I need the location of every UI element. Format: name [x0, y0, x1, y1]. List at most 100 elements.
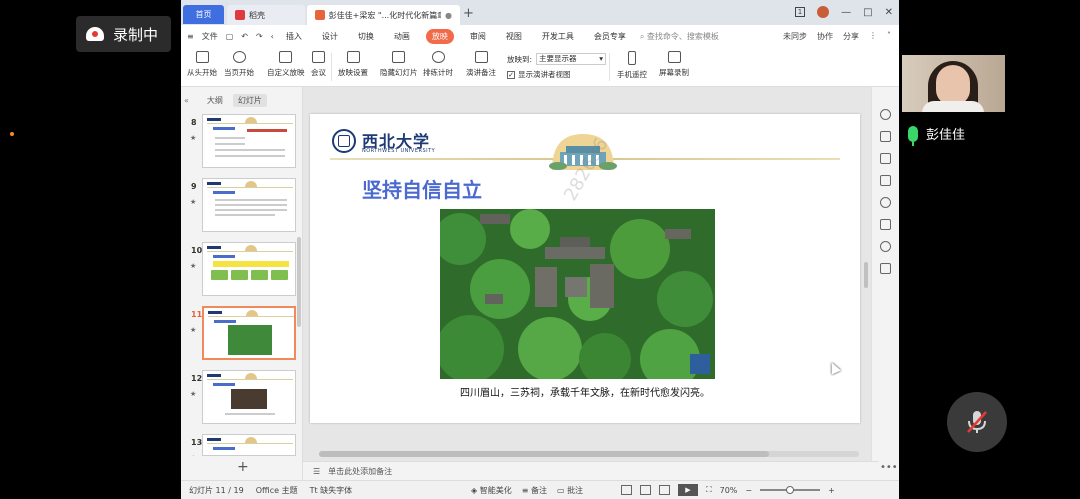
- zoom-slider[interactable]: [760, 486, 821, 494]
- magic-icon[interactable]: [880, 153, 891, 164]
- checkbox-checked-icon[interactable]: ✓: [507, 70, 515, 79]
- active-speaker: 彭佳佳: [908, 124, 965, 146]
- recording-label: 录制中: [113, 25, 159, 44]
- menu-animation[interactable]: 动画: [390, 29, 414, 44]
- hide-slide-button[interactable]: 隐藏幻灯片: [380, 51, 418, 78]
- horizontal-scrollbar[interactable]: [319, 451, 859, 457]
- sync-status[interactable]: 未同步: [783, 31, 807, 42]
- theme-name[interactable]: Office 主题: [256, 485, 298, 496]
- redo-icon[interactable]: ↷: [256, 32, 263, 41]
- hamburger-icon[interactable]: ≡: [187, 32, 194, 41]
- menu-insert[interactable]: 插入: [282, 29, 306, 44]
- slide-thumbnail-8[interactable]: 8 ★: [181, 114, 299, 170]
- comment-icon: ▭: [556, 485, 568, 495]
- show-settings-button[interactable]: 放映设置: [338, 51, 368, 78]
- slide-thumbnail-9[interactable]: 9 ★: [181, 178, 299, 234]
- book-icon[interactable]: [880, 263, 891, 274]
- tab-slides[interactable]: 幻灯片: [232, 93, 267, 107]
- more-icon[interactable]: ⋮: [869, 31, 877, 42]
- comments-button[interactable]: ▭ 批注: [557, 485, 583, 496]
- menu-transition[interactable]: 切换: [354, 29, 378, 44]
- presenter-view-toggle[interactable]: ✓ 显示演讲者视图: [507, 69, 571, 80]
- menu-member[interactable]: 会员专享: [590, 29, 630, 44]
- zoom-in-button[interactable]: +: [828, 486, 835, 495]
- reading-view-icon[interactable]: [659, 485, 670, 495]
- save-icon[interactable]: ▢: [226, 32, 234, 41]
- notes-bar[interactable]: ☰ 单击此处添加备注: [303, 461, 879, 480]
- play-slideshow-button[interactable]: ▶: [678, 484, 698, 496]
- close-button[interactable]: ✕: [885, 7, 893, 18]
- tab-document[interactable]: 彭佳佳+梁宏 "...化时代化新篇章 ●: [307, 5, 460, 25]
- zoom-out-button[interactable]: −: [745, 486, 752, 495]
- search-icon: ⌕: [639, 31, 647, 41]
- recording-indicator[interactable]: 录制中: [76, 16, 171, 52]
- slide-thumbnail-panel: « 大纲 幻灯片 8 ★ 9 ★ 10 ★ 11 ★ 12 ★ 13 +: [181, 87, 303, 480]
- menu-design[interactable]: 设计: [318, 29, 342, 44]
- speaker-notes-button[interactable]: 演讲备注: [466, 51, 496, 78]
- slide-thumbnail-13[interactable]: 13★: [181, 434, 299, 456]
- slide-counter: 幻灯片 11 / 19: [189, 485, 244, 495]
- tab-docer[interactable]: 稻壳: [227, 5, 305, 25]
- window-controls: 1 — □ ✕: [794, 6, 893, 18]
- mic-muted-icon: [967, 411, 987, 433]
- collaborate-button[interactable]: 协作: [817, 31, 833, 42]
- location-icon[interactable]: [880, 241, 891, 252]
- participant-video[interactable]: [902, 55, 1005, 112]
- play-to-row: 放映到: 主要显示器 ▾: [507, 53, 607, 65]
- layout-button[interactable]: 1: [794, 7, 806, 17]
- minimize-button[interactable]: —: [841, 7, 851, 18]
- notes-icon: [474, 51, 488, 63]
- normal-view-icon[interactable]: [621, 485, 632, 495]
- slide-canvas: 西北大学 NORTHWEST UNIVERSITY 坚持自信自立 四川眉山，三苏…: [303, 87, 871, 461]
- missing-font-button[interactable]: Tt 缺失字体: [310, 485, 353, 496]
- screen: 录制中 彭佳佳 首页 稻壳 彭佳佳+梁宏 "...化时代化新篇章 ● + 1 —…: [0, 0, 1080, 499]
- collapse-ribbon-icon[interactable]: ˄: [887, 31, 891, 42]
- add-slide-button[interactable]: +: [237, 459, 249, 475]
- cloud-record-icon: [86, 27, 104, 41]
- from-current-button[interactable]: 当页开始: [224, 51, 254, 78]
- maximize-button[interactable]: □: [863, 7, 872, 18]
- copy-icon[interactable]: [880, 175, 891, 186]
- from-beginning-button[interactable]: 从头开始: [187, 51, 217, 78]
- help-icon[interactable]: [880, 197, 891, 208]
- meeting-button[interactable]: 会议: [311, 51, 326, 78]
- custom-show-button[interactable]: 自定义放映: [267, 51, 305, 78]
- slide-thumbnail-10[interactable]: 10 ★: [181, 242, 299, 298]
- vertical-scrollbar[interactable]: [864, 262, 868, 288]
- collapse-panel-icon[interactable]: «: [184, 96, 189, 105]
- rehearse-timing-button[interactable]: 排练计时: [423, 51, 453, 78]
- sorter-view-icon[interactable]: [640, 485, 651, 495]
- smart-beautify-button[interactable]: ◈ 智能美化: [471, 485, 512, 496]
- current-slide[interactable]: 西北大学 NORTHWEST UNIVERSITY 坚持自信自立 四川眉山，三苏…: [310, 114, 860, 423]
- menu-slideshow[interactable]: 放映: [425, 28, 454, 44]
- new-tab-button[interactable]: +: [463, 6, 474, 21]
- menu-file[interactable]: 文件: [202, 31, 218, 42]
- menu-review[interactable]: 审阅: [466, 29, 490, 44]
- share-button[interactable]: 分享: [843, 31, 859, 42]
- rocket-icon[interactable]: [880, 109, 891, 120]
- status-dot: [10, 132, 14, 136]
- slide-thumbnail-12[interactable]: 12 ★: [181, 370, 299, 426]
- zoom-level[interactable]: 70%: [720, 486, 738, 495]
- slide-thumbnail-11[interactable]: 11 ★: [181, 306, 299, 362]
- menu-developer[interactable]: 开发工具: [538, 29, 578, 44]
- undo-icon[interactable]: ↶: [241, 32, 248, 41]
- menu-view[interactable]: 视图: [502, 29, 526, 44]
- tab-close-icon[interactable]: ●: [445, 11, 452, 20]
- command-search[interactable]: ⌕ 查找命令、搜索模板: [640, 31, 719, 42]
- fit-window-icon[interactable]: ⛶: [706, 485, 712, 495]
- tab-outline[interactable]: 大纲: [207, 95, 223, 106]
- thumbnail-scrollbar[interactable]: [297, 237, 301, 327]
- phone-remote-button[interactable]: 手机遥控: [617, 51, 647, 80]
- nav-left-icon[interactable]: ‹: [271, 32, 274, 41]
- more-dots-icon[interactable]: •••: [880, 462, 898, 473]
- adjust-icon[interactable]: [880, 131, 891, 142]
- tab-home[interactable]: 首页: [183, 5, 224, 24]
- notes-toggle-button[interactable]: ≡ 备注: [522, 485, 547, 496]
- image-settings-icon[interactable]: [880, 219, 891, 230]
- screen-record-button[interactable]: 屏幕录制: [659, 51, 689, 78]
- play-to-select[interactable]: 主要显示器 ▾: [536, 53, 607, 65]
- mute-button[interactable]: [947, 392, 1007, 452]
- hide-slide-icon: [392, 51, 406, 63]
- user-avatar[interactable]: [817, 6, 830, 18]
